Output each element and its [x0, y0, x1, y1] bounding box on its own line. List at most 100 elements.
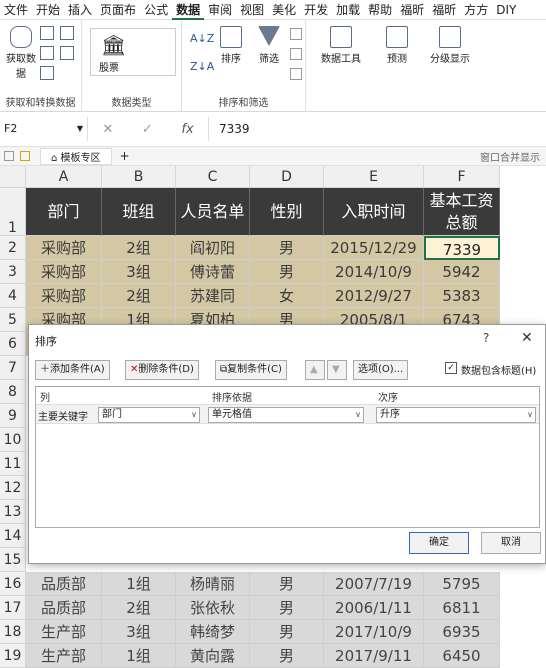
table-cell[interactable]: 男 [250, 596, 324, 620]
ribbon-tab[interactable]: 文件 [0, 0, 32, 20]
data-type-gallery[interactable]: 🏛 股票 [90, 28, 176, 76]
ribbon-tab[interactable]: 数据 [172, 0, 205, 20]
row-header[interactable]: 5 [0, 308, 26, 332]
header-cell[interactable]: 部门 [26, 188, 102, 236]
from-web-icon[interactable] [40, 46, 54, 60]
enter-icon[interactable]: ✓ [142, 122, 153, 137]
ribbon-tab[interactable]: 方方 [460, 0, 492, 20]
cancel-icon[interactable]: ✕ [102, 122, 113, 137]
row-header[interactable]: 9 [0, 404, 26, 428]
table-cell[interactable]: 2006/1/11 [324, 596, 424, 620]
table-cell[interactable]: 女 [250, 284, 324, 308]
ribbon-tab[interactable]: 审阅 [204, 0, 236, 20]
table-cell[interactable]: 6450 [424, 644, 500, 668]
table-cell[interactable]: 男 [250, 644, 324, 668]
table-cell[interactable]: 生产部 [26, 644, 102, 668]
from-table-icon[interactable] [40, 66, 54, 80]
table-cell[interactable]: 生产部 [26, 620, 102, 644]
existing-connections-icon[interactable] [60, 46, 74, 60]
table-cell[interactable]: 阎初阳 [176, 236, 250, 260]
table-cell[interactable]: 黄向露 [176, 644, 250, 668]
clear-filter-icon[interactable] [290, 28, 302, 40]
row-header[interactable]: 2 [0, 236, 26, 260]
row-header[interactable]: 14 [0, 524, 26, 548]
ribbon-tab[interactable]: 页面布 [96, 0, 140, 20]
table-cell[interactable]: 2组 [102, 596, 176, 620]
name-box[interactable]: F2 ▼ [0, 117, 88, 141]
ribbon-tab[interactable]: DIY [492, 0, 520, 20]
ribbon-tab[interactable]: 公式 [140, 0, 172, 20]
row-header[interactable]: 13 [0, 500, 26, 524]
recent-sources-icon[interactable] [60, 26, 74, 40]
sort-az-icon[interactable]: A↓Z [190, 32, 214, 45]
sort-on-select[interactable]: 单元格值 ∨ [208, 407, 364, 423]
ok-button[interactable]: 确定 [409, 532, 469, 554]
ribbon-tab[interactable]: 开发 [300, 0, 332, 20]
row-header[interactable]: 1 [0, 188, 26, 236]
file-icon[interactable] [4, 151, 14, 161]
ribbon-tab[interactable]: 福昕 [428, 0, 460, 20]
reapply-icon[interactable] [290, 48, 302, 60]
table-cell[interactable]: 杨晴丽 [176, 572, 250, 596]
move-up-button[interactable]: ▲ [305, 360, 325, 380]
cancel-button[interactable]: 取消 [481, 532, 541, 554]
table-cell[interactable]: 2012/9/27 [324, 284, 424, 308]
table-cell[interactable]: 1组 [102, 572, 176, 596]
column-header[interactable]: A [26, 166, 102, 188]
table-cell[interactable]: 6935 [424, 620, 500, 644]
table-cell[interactable]: 品质部 [26, 572, 102, 596]
row-header[interactable]: 7 [0, 356, 26, 380]
row-header[interactable]: 3 [0, 260, 26, 284]
row-header[interactable]: 16 [0, 572, 26, 596]
insert-function-icon[interactable]: fx [181, 122, 193, 137]
table-cell[interactable]: 5795 [424, 572, 500, 596]
add-level-button[interactable]: ＋添加条件(A) [35, 360, 110, 380]
table-cell[interactable]: 男 [250, 572, 324, 596]
table-cell[interactable]: 2组 [102, 284, 176, 308]
header-cell[interactable]: 基本工资 总额 [424, 188, 500, 236]
table-cell[interactable]: 2017/9/11 [324, 644, 424, 668]
table-cell[interactable]: 男 [250, 260, 324, 284]
table-cell[interactable]: 采购部 [26, 236, 102, 260]
options-button[interactable]: 选项(O)... [353, 360, 409, 380]
row-header[interactable]: 10 [0, 428, 26, 452]
row-header[interactable]: 8 [0, 380, 26, 404]
has-header-checkbox[interactable]: ✓ [445, 362, 457, 374]
column-header[interactable]: D [250, 166, 324, 188]
table-cell[interactable]: 5383 [424, 284, 500, 308]
folder-icon[interactable] [20, 151, 30, 161]
table-cell[interactable]: 采购部 [26, 284, 102, 308]
table-cell[interactable]: 采购部 [26, 260, 102, 284]
column-header[interactable]: B [102, 166, 176, 188]
table-cell[interactable]: 品质部 [26, 596, 102, 620]
table-cell[interactable]: 2组 [102, 236, 176, 260]
tab-template[interactable]: ⌂ 模板专区 [40, 147, 112, 165]
delete-level-button[interactable]: ✕删除条件(D) [125, 360, 199, 380]
ribbon-tab[interactable]: 视图 [236, 0, 268, 20]
table-cell[interactable]: 2017/10/9 [324, 620, 424, 644]
filter-button[interactable]: 筛选 [254, 26, 284, 65]
forecast-button[interactable]: 预测 [382, 26, 412, 65]
header-cell[interactable]: 入职时间 [324, 188, 424, 236]
selected-cell[interactable]: 7339 [424, 236, 500, 260]
copy-level-button[interactable]: ⧉复制条件(C) [215, 360, 287, 380]
table-cell[interactable]: 2015/12/29 [324, 236, 424, 260]
chevron-down-icon[interactable]: ▼ [77, 117, 83, 141]
data-tools-button[interactable]: 数据工具 [316, 26, 366, 65]
row-header[interactable]: 17 [0, 596, 26, 620]
merge-windows-button[interactable]: 窗口合并显示 [480, 149, 540, 164]
row-header[interactable]: 4 [0, 284, 26, 308]
ribbon-tab[interactable]: 开始 [32, 0, 64, 20]
sort-level-row[interactable]: 主要关键字 部门 ∨ 单元格值 ∨ 升序 ∨ [36, 404, 539, 424]
table-cell[interactable]: 5942 [424, 260, 500, 284]
table-cell[interactable]: 韩绮梦 [176, 620, 250, 644]
table-cell[interactable]: 3组 [102, 620, 176, 644]
header-cell[interactable]: 人员名单 [176, 188, 250, 236]
help-button[interactable]: ? [483, 331, 489, 345]
ribbon-tab[interactable]: 插入 [64, 0, 96, 20]
select-all-corner[interactable] [0, 166, 26, 188]
row-header[interactable]: 19 [0, 644, 26, 668]
add-tab-button[interactable]: + [120, 149, 130, 163]
get-data-button[interactable]: 获取数据 [4, 26, 38, 80]
table-cell[interactable]: 苏建同 [176, 284, 250, 308]
